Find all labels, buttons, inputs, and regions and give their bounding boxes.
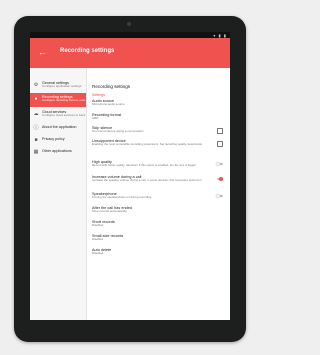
info-icon: ⓘ <box>33 125 39 131</box>
pref-after-the-call-has-ended[interactable]: After the call has ended Save records aut… <box>92 206 202 214</box>
pref-short-records[interactable]: Short records Disabled <box>92 220 202 228</box>
pref-subtitle: Disabled <box>92 224 104 228</box>
app-screen: ▾ ▮ ▮ ← Recording settings ⚙ General sett… <box>30 32 230 320</box>
increase-volume-during-a-call-toggle[interactable] <box>216 177 223 181</box>
sidebar-item-subtitle: Configure recording format, recording se… <box>42 99 85 103</box>
sidebar-item-title: About the application <box>42 125 77 129</box>
pref-unsupported-device[interactable]: Unsupported device Enabling the most comp… <box>92 139 202 147</box>
pref-high-quality[interactable]: High quality Record with better quality, … <box>92 160 202 168</box>
pref-increase-volume-during-a-call[interactable]: Increase volume during a call Increase th… <box>92 175 202 183</box>
sidebar-item-text: Other applications <box>42 148 85 153</box>
sidebar-item-title: Other applications <box>42 149 72 153</box>
cloud-icon: ☁ <box>33 111 39 117</box>
pref-audio-source[interactable]: Audio source Microphone audio source <box>92 99 202 107</box>
pref-subtitle: Not record silence during a conversation <box>92 130 144 134</box>
sidebar-item-recording-settings[interactable]: ● Recording settings Configure recording f… <box>30 93 86 107</box>
sidebar-item-text: About the application <box>42 124 85 129</box>
app-bar: ← Recording settings <box>30 38 230 68</box>
microphone-icon: ● <box>34 96 38 102</box>
sidebar-item-title: Privacy policy <box>42 137 65 141</box>
pref-subtitle: Save records automatically <box>92 210 127 214</box>
sidebar-item-text: Recording settings Configure recording fo… <box>42 95 85 103</box>
pref-subtitle: AMR <box>92 117 99 121</box>
sidebar-item-subtitle: Configure application settings <box>42 85 82 89</box>
speakerphone-toggle[interactable] <box>216 194 223 198</box>
apps-icon: ▦ <box>33 149 39 155</box>
pref-skip-silence[interactable]: Skip silence Not record silence during a … <box>92 126 202 134</box>
pref-subtitle: Disabled <box>92 252 104 256</box>
pref-subtitle: Increase the speaker volume during a cal… <box>92 179 202 183</box>
toggle-thumb <box>216 194 220 198</box>
sidebar-item-cloud-services[interactable]: ☁ Cloud services Configure cloud services … <box>30 108 86 122</box>
lock-icon: ■ <box>34 137 38 143</box>
sidebar-item-text: Privacy policy <box>42 136 85 141</box>
pref-speakerphone[interactable]: Speakerphone Turning the speakerphone on … <box>92 192 202 200</box>
sidebar-item-text: General settings Configure application se… <box>42 81 85 89</box>
pref-subtitle: Microphone audio source <box>92 103 125 107</box>
back-arrow-icon[interactable]: ← <box>38 47 48 57</box>
sidebar-item-other-applications[interactable]: ▦ Other applications <box>30 146 86 160</box>
pref-subtitle: Record with better quality, attention! I… <box>92 164 197 168</box>
sidebar: ⚙ General settings Configure application s… <box>30 68 87 320</box>
pref-subtitle: Enabling the most compatible recording p… <box>92 143 202 147</box>
section-header: Settings <box>92 93 105 97</box>
pref-subtitle: Disabled <box>92 238 104 242</box>
toggle-thumb <box>219 177 223 181</box>
settings-content: Recording settings Settings Audio source… <box>87 68 230 320</box>
pref-recording-format[interactable]: Recording format AMR <box>92 113 202 121</box>
sidebar-item-text: Cloud services Configure cloud services t… <box>42 110 85 118</box>
front-camera <box>127 22 131 26</box>
gear-icon: ⚙ <box>33 82 39 88</box>
content-title: Recording settings <box>92 84 131 89</box>
app-bar-title: Recording settings <box>60 48 115 54</box>
pref-small-size-records[interactable]: Small-size records Disabled <box>92 234 202 242</box>
sidebar-item-general-settings[interactable]: ⚙ General settings Configure application s… <box>30 79 86 93</box>
skip-silence-checkbox[interactable] <box>217 128 223 134</box>
toggle-thumb <box>216 162 220 166</box>
unsupported-device-checkbox[interactable] <box>217 141 223 147</box>
high-quality-toggle[interactable] <box>216 162 223 166</box>
sidebar-item-subtitle: Configure cloud services to back up reco… <box>42 114 85 118</box>
pref-subtitle: Turning the speakerphone on during recor… <box>92 196 152 200</box>
pref-auto-delete[interactable]: Auto delete Disabled <box>92 248 202 256</box>
